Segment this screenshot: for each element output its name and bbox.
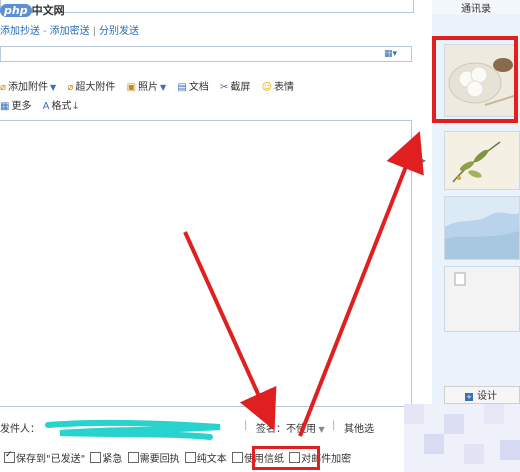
save-sent-checkbox[interactable]: 保存到"已发送" — [4, 450, 85, 465]
plain-text-checkbox[interactable]: 纯文本 — [184, 450, 227, 465]
leaves-image — [445, 132, 519, 189]
photo-icon: ▣ — [126, 82, 137, 93]
chevron-down-icon[interactable]: ▼ — [160, 83, 166, 92]
font-format-icon: A — [42, 101, 50, 112]
large-attachment-button[interactable]: ⌀ 超大附件 — [67, 78, 115, 93]
pixelated-region — [404, 404, 520, 472]
toolbar-row-1: ⌀ 添加附件 ▼ ⌀ 超大附件 ▣ 照片 ▼ ▤ 文档 ✂ 截屏 ☺ 表情 — [0, 78, 302, 94]
screenshot-button[interactable]: ✂ 截屏 — [220, 78, 250, 93]
design-stationery-button[interactable]: + 设计 — [444, 386, 520, 404]
document-button[interactable]: ▤ 文档 — [177, 78, 208, 93]
sender-label: 发件人： — [0, 424, 40, 435]
add-bcc-link[interactable]: 添加密送 — [50, 26, 90, 37]
urgent-checkbox[interactable]: 紧急 — [90, 450, 122, 465]
add-cc-link[interactable]: 添加抄送 — [0, 26, 40, 37]
paperclip-icon: ⌀ — [67, 82, 74, 93]
emoji-button[interactable]: ☺ 表情 — [262, 78, 294, 93]
subject-input[interactable]: ▦▾ — [0, 46, 412, 62]
compose-panel: php 中文网 添加抄送 - 添加密送 | 分别发送 ▦▾ ⌀ 添加附件 ▼ ⌀ 超大附件 ▣ 照… — [0, 0, 416, 472]
document-icon: ▤ — [177, 82, 187, 93]
screenshot-icon: ✂ — [220, 82, 229, 93]
stationery-thumb-blank[interactable] — [444, 266, 520, 332]
highlight-box-stationery — [432, 36, 518, 123]
grid-icon[interactable]: ▦▾ — [384, 49, 397, 59]
collapse-arrow-icon[interactable]: ▶ — [420, 156, 426, 165]
other-options-link[interactable]: 其他选 — [344, 420, 374, 435]
receipt-checkbox[interactable]: 需要回执 — [127, 450, 180, 465]
paperclip-icon: ⌀ — [0, 82, 7, 93]
smiley-icon: ☺ — [261, 82, 273, 93]
highlight-box-use-stationery — [252, 446, 320, 470]
format-button[interactable]: A 格式↓ — [43, 97, 80, 112]
cc-links: 添加抄送 - 添加密送 | 分别发送 — [0, 26, 139, 37]
logo-php: php — [0, 4, 32, 17]
redacted-sender — [45, 419, 221, 440]
signature-select[interactable]: 签名：不使用 ▼ — [256, 420, 325, 435]
separate-send-link[interactable]: 分别发送 — [99, 26, 139, 37]
plus-icon: + — [465, 393, 473, 401]
photo-button[interactable]: ▣ 照片 ▼ — [127, 78, 167, 93]
add-attachment-button[interactable]: ⌀ 添加附件 ▼ — [0, 78, 56, 93]
more-icon: ▦ — [0, 101, 10, 112]
stationery-thumb-leaves[interactable] — [444, 131, 520, 190]
stationery-thumb-mountains[interactable] — [444, 196, 520, 260]
toolbar-row-2: ▦ 更多 A 格式↓ — [0, 97, 88, 113]
tab-contacts[interactable]: 通讯录 — [432, 0, 520, 15]
message-editor[interactable] — [0, 120, 412, 407]
logo-site-name: 中文网 — [31, 4, 65, 17]
watermark-logo: php 中文网 — [0, 2, 65, 18]
image-placeholder-icon — [445, 267, 519, 331]
mountains-image — [445, 197, 519, 259]
more-button[interactable]: ▦ 更多 — [0, 97, 31, 112]
chevron-down-icon[interactable]: ▼ — [50, 83, 56, 92]
